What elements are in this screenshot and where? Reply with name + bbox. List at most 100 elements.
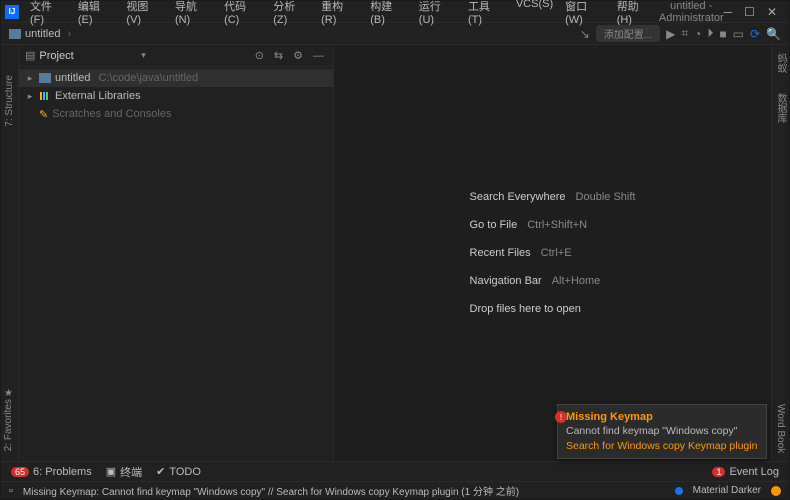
run-icon[interactable]: ▶ — [666, 27, 675, 41]
status-message: Missing Keymap: Cannot find keymap "Wind… — [23, 483, 519, 498]
notification-popup: ! Missing Keymap Cannot find keymap "Win… — [557, 404, 767, 459]
expand-arrow-icon[interactable]: ▸ — [25, 91, 35, 102]
chevron-down-icon[interactable]: ▾ — [141, 50, 146, 61]
menu-analyze[interactable]: 分析(Z) — [268, 0, 314, 28]
hint-shortcut: Alt+Home — [552, 270, 601, 292]
search-icon[interactable]: 🔍 — [766, 27, 781, 41]
tree-root-label: untitled — [55, 72, 90, 84]
notification-body: Cannot find keymap "Windows copy" — [566, 425, 758, 437]
status-icon[interactable]: ▫ — [9, 485, 13, 497]
tree-row-label: Scratches and Consoles — [52, 108, 171, 120]
theme-label[interactable]: Material Darker — [693, 485, 761, 496]
hint-action: Search Everywhere — [470, 186, 566, 208]
tool-event-log[interactable]: 1 Event Log — [712, 466, 779, 478]
gear-icon[interactable]: ⚙ — [290, 49, 306, 62]
hint-action: Go to File — [470, 214, 518, 236]
tree-root[interactable]: ▸ untitled C:\code\java\untitled — [19, 69, 333, 87]
hint-action: Drop files here to open — [470, 298, 581, 320]
menu-tools[interactable]: 工具(T) — [463, 0, 509, 28]
tool-todo[interactable]: ✔ TODO — [156, 465, 201, 478]
terminal-icon: ▣ — [106, 465, 116, 478]
window-title: untitled - Administrator — [659, 0, 724, 24]
close-button[interactable]: ✕ — [767, 5, 777, 19]
status-bar: ▫ Missing Keymap: Cannot find keymap "Wi… — [1, 481, 789, 499]
menu-navigate[interactable]: 导航(N) — [170, 0, 217, 28]
tool-problems[interactable]: 65 6: Problems — [11, 466, 92, 478]
tool-wordbook[interactable]: Word Book — [775, 404, 786, 453]
project-panel-title[interactable]: Project — [39, 50, 137, 62]
tree-row-label: External Libraries — [55, 90, 141, 102]
project-tool-window: ▤ Project ▾ ⊙ ⇆ ⚙ — ▸ untitled C:\code\j… — [19, 45, 334, 461]
panel-select-icon[interactable]: ▤ — [25, 49, 35, 62]
eventlog-label: Event Log — [729, 466, 779, 478]
main-menu: 文件(F) 编辑(E) 视图(V) 导航(N) 代码(C) 分析(Z) 重构(R… — [25, 0, 659, 28]
tool-ant[interactable]: 蚂蚁 — [773, 53, 788, 73]
hint-shortcut: Ctrl+Shift+N — [527, 214, 587, 236]
profile-icon[interactable]: ⏵ — [707, 26, 713, 41]
error-icon: ! — [555, 411, 567, 423]
minimize-button[interactable]: ─ — [724, 5, 733, 19]
menu-vcs[interactable]: VCS(S) — [511, 0, 558, 28]
tree-scratches[interactable]: ▸ ✎ Scratches and Consoles — [19, 105, 333, 123]
tree-root-path: C:\code\java\untitled — [98, 72, 198, 84]
tree-external-libs[interactable]: ▸ External Libraries — [19, 87, 333, 105]
left-tool-strip-bottom: ★ 2: Favorites — [3, 388, 14, 455]
build-icon[interactable]: ↘ — [580, 27, 590, 41]
hint-shortcut: Ctrl+E — [541, 242, 572, 264]
tool-structure[interactable]: 7: Structure — [4, 75, 15, 127]
run-config-selector[interactable]: 添加配置... — [596, 25, 660, 42]
run-toolbar: ↘ 添加配置... ▶ ⌗ ◔ ⏵ ■ ▭ ⟳ 🔍 — [580, 25, 781, 42]
scratches-icon: ✎ — [39, 108, 48, 121]
window-controls: ─ ☐ ✕ — [724, 5, 785, 19]
bottom-tool-strip: 65 6: Problems ▣ 终端 ✔ TODO 1 Event Log — [1, 461, 789, 481]
menu-refactor[interactable]: 重构(R) — [316, 0, 363, 28]
project-panel-header: ▤ Project ▾ ⊙ ⇆ ⚙ — — [19, 45, 333, 67]
coverage-icon[interactable]: ◔ — [694, 27, 701, 41]
right-tool-strip: 蚂蚁 数据库 Word Book — [771, 45, 789, 461]
hint-action: Navigation Bar — [470, 270, 542, 292]
debug-icon[interactable]: ⌗ — [681, 26, 688, 41]
menu-code[interactable]: 代码(C) — [219, 0, 266, 28]
stop-icon[interactable]: ■ — [719, 27, 726, 41]
update-icon[interactable]: ⟳ — [750, 27, 760, 41]
breadcrumb[interactable]: untitled › — [9, 28, 71, 40]
editor-area[interactable]: Search Everywhere Double Shift Go to File… — [334, 45, 771, 461]
main-body: 7: Structure ▤ Project ▾ ⊙ ⇆ ⚙ — ▸ untit… — [1, 45, 789, 461]
notification-title: Missing Keymap — [566, 411, 758, 423]
menu-build[interactable]: 构建(B) — [365, 0, 412, 28]
breadcrumb-project: untitled — [25, 28, 60, 40]
expand-icon[interactable]: ⇆ — [271, 49, 286, 62]
folder-icon — [39, 73, 51, 83]
menu-run[interactable]: 运行(U) — [414, 0, 461, 28]
folder-icon — [9, 29, 21, 39]
menu-view[interactable]: 视图(V) — [121, 0, 168, 28]
problems-label: 6: Problems — [33, 466, 92, 478]
tool-favorites[interactable]: 2: Favorites — [3, 399, 14, 451]
notification-link[interactable]: Search for Windows copy Keymap plugin — [566, 440, 758, 452]
hide-icon[interactable]: — — [310, 50, 327, 62]
problems-badge: 65 — [11, 467, 29, 477]
project-tree[interactable]: ▸ untitled C:\code\java\untitled ▸ Exter… — [19, 67, 333, 125]
expand-arrow-icon[interactable]: ▸ — [25, 73, 35, 84]
todo-icon: ✔ — [156, 465, 165, 478]
menu-edit[interactable]: 编辑(E) — [73, 0, 120, 28]
git-indicator-icon[interactable] — [675, 487, 683, 495]
layout-icon[interactable]: ▭ — [733, 27, 744, 41]
chevron-right-icon: › — [67, 28, 71, 40]
maximize-button[interactable]: ☐ — [744, 5, 755, 19]
hint-shortcut: Double Shift — [576, 186, 636, 208]
libraries-icon — [39, 90, 51, 102]
welcome-hints: Search Everywhere Double Shift Go to File… — [470, 180, 636, 326]
tool-terminal[interactable]: ▣ 终端 — [106, 464, 142, 480]
menu-file[interactable]: 文件(F) — [25, 0, 71, 28]
menu-help[interactable]: 帮助(H) — [612, 0, 659, 28]
theme-indicator-icon — [771, 486, 781, 496]
locate-icon[interactable]: ⊙ — [252, 49, 267, 62]
app-logo-icon: IJ — [5, 5, 19, 19]
terminal-label: 终端 — [120, 464, 142, 480]
menu-window[interactable]: 窗口(W) — [560, 0, 610, 28]
eventlog-badge: 1 — [712, 467, 725, 477]
tool-database[interactable]: 数据库 — [773, 93, 788, 123]
hint-action: Recent Files — [470, 242, 531, 264]
todo-label: TODO — [169, 466, 201, 478]
